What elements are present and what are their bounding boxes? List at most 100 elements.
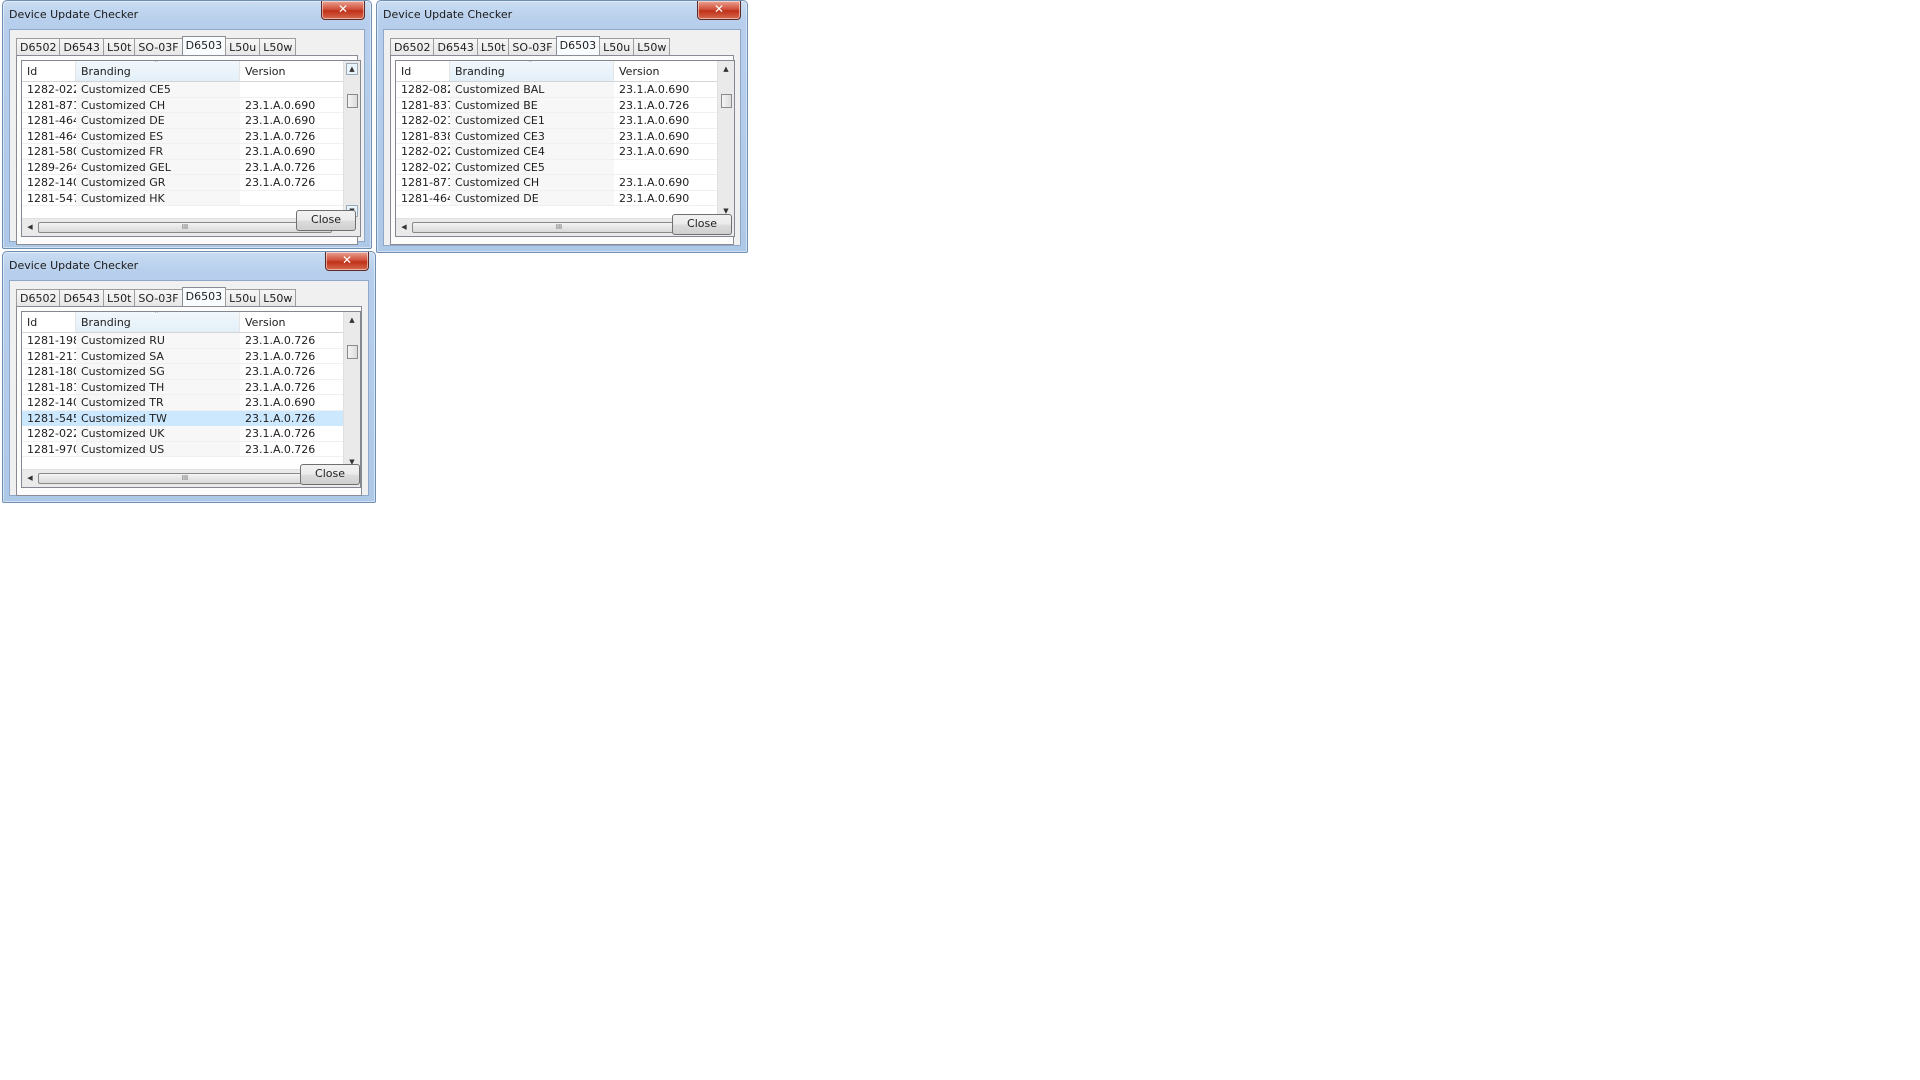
cell-version: 23.1.A.0.726 (240, 442, 346, 457)
column-header-branding[interactable]: Branding ˆ (450, 61, 614, 81)
scroll-left-arrow-icon[interactable]: ◀ (24, 221, 36, 233)
cell-id: 1281-2117 (22, 349, 76, 364)
vertical-scroll-thumb[interactable] (347, 345, 358, 359)
table-row[interactable]: 1282-0222Customized CE5 (396, 159, 720, 175)
table-row[interactable]: 1282-0220Customized CE423.1.A.0.690 (396, 144, 720, 160)
cell-id: 1281-1806 (22, 364, 76, 380)
list-rows: 1282-0827Customized BAL23.1.A.0.6901281-… (396, 82, 720, 206)
cell-branding: Customized DE (450, 190, 614, 206)
cell-branding: Customized GR (76, 175, 240, 191)
device-update-checker-window-3: Device Update Checker ✕ D6502 D6543 L50t SO-0… (2, 251, 376, 503)
scroll-left-arrow-icon[interactable]: ◀ (398, 221, 410, 233)
cell-branding: Customized RU (76, 333, 240, 349)
cell-version: 23.1.A.0.690 (614, 82, 720, 98)
horizontal-scroll-thumb[interactable]: III (412, 222, 706, 233)
table-row[interactable]: 1282-0827Customized BAL23.1.A.0.690 (396, 82, 720, 98)
vertical-scroll-thumb[interactable] (721, 94, 732, 108)
vertical-scrollbar[interactable]: ▲▼ (343, 312, 360, 470)
column-header-branding-label: Branding (455, 65, 505, 78)
cell-branding: Customized TW (76, 410, 240, 426)
cell-branding: Customized CE4 (450, 144, 614, 160)
window-close-icon[interactable]: ✕ (321, 1, 365, 20)
column-header-branding[interactable]: Branding ˆ (76, 61, 240, 81)
cell-branding: Customized CE3 (450, 128, 614, 144)
list-rows: 1281-1985Customized RU23.1.A.0.7261281-2… (22, 333, 346, 457)
table-row[interactable]: 1289-2642Customized GEL23.1.A.0.726 (22, 159, 346, 175)
branding-list[interactable]: Id Branding ˆ Version 1281-1985Customized RU… (21, 311, 361, 488)
table-row[interactable]: 1281-1810Customized TH23.1.A.0.726 (22, 379, 346, 395)
table-row[interactable]: 1282-0226Customized UK23.1.A.0.726 (22, 426, 346, 442)
tab-d6503[interactable]: D6503 (181, 287, 227, 308)
cell-version: 23.1.A.0.726 (240, 349, 346, 364)
cell-branding: Customized SA (76, 348, 240, 364)
column-header-version[interactable]: Version (614, 61, 720, 81)
column-header-id[interactable]: Id (22, 312, 76, 332)
column-header-branding-label: Branding (81, 316, 131, 329)
column-header-branding[interactable]: Branding ˆ (76, 312, 240, 332)
window-close-icon[interactable]: ✕ (325, 252, 369, 271)
device-update-checker-window-2: Device Update Checker ✕ D6502 D6543 L50t SO-0… (376, 0, 748, 253)
cell-id: 1281-9709 (22, 442, 76, 457)
branding-list[interactable]: Id Branding ˆ Version 1282-0827Customized BA… (395, 60, 735, 237)
vertical-scroll-thumb[interactable] (347, 94, 358, 108)
cell-id: 1281-5806 (22, 144, 76, 160)
column-header-id[interactable]: Id (396, 61, 450, 81)
scroll-left-arrow-icon[interactable]: ◀ (24, 472, 36, 484)
cell-id: 1289-2642 (22, 160, 76, 175)
cell-id: 1282-0220 (396, 144, 450, 160)
table-row[interactable]: 1281-4640Customized DE23.1.A.0.690 (22, 113, 346, 129)
window-client-area: D6502 D6543 L50t SO-03F D6503 L50u L50w Id Brand… (9, 280, 369, 496)
column-header-id[interactable]: Id (22, 61, 76, 81)
close-button[interactable]: Close (300, 464, 360, 485)
horizontal-scroll-thumb[interactable]: III (38, 222, 332, 233)
column-header-version[interactable]: Version (240, 312, 346, 332)
title-bar[interactable]: Device Update Checker ✕ (3, 252, 375, 280)
tab-d6503[interactable]: D6503 (555, 36, 601, 57)
table-row[interactable]: 1281-8385Customized CE323.1.A.0.690 (396, 128, 720, 144)
column-header-version-label: Version (245, 316, 286, 329)
table-row[interactable]: 1281-1806Customized SG23.1.A.0.726 (22, 364, 346, 380)
cell-branding: Customized DE (76, 113, 240, 129)
scroll-up-arrow-icon[interactable]: ▲ (346, 314, 358, 326)
scroll-up-arrow-icon[interactable]: ▲ (346, 63, 358, 75)
column-header-id-label: Id (27, 65, 38, 78)
cell-version: 23.1.A.0.726 (240, 426, 346, 442)
vertical-scrollbar[interactable]: ▲▼ (343, 61, 360, 219)
title-bar[interactable]: Device Update Checker ✕ (377, 1, 747, 29)
cell-id: 1281-4644 (22, 129, 76, 144)
cell-id: 1281-1810 (22, 380, 76, 395)
vertical-scrollbar[interactable]: ▲▼ (717, 61, 734, 219)
cell-branding: Customized BE (450, 97, 614, 113)
horizontal-scroll-thumb[interactable]: III (38, 473, 332, 484)
table-row[interactable]: 1282-0218Customized CE123.1.A.0.690 (396, 113, 720, 129)
window-close-icon[interactable]: ✕ (697, 1, 741, 20)
close-button[interactable]: Close (672, 214, 732, 235)
cell-branding: Customized SG (76, 364, 240, 380)
scroll-up-arrow-icon[interactable]: ▲ (720, 63, 732, 75)
table-row[interactable]: 1281-9709Customized US23.1.A.0.726 (22, 441, 346, 457)
close-button[interactable]: Close (296, 210, 356, 231)
table-row[interactable]: 1281-4640Customized DE23.1.A.0.690 (396, 190, 720, 206)
column-header-version[interactable]: Version (240, 61, 346, 81)
window-client-area: D6502 D6543 L50t SO-03F D6503 L50u L50w Id Brand… (383, 29, 741, 246)
title-bar[interactable]: Device Update Checker ✕ (3, 1, 371, 29)
cell-id: 1282-0226 (22, 426, 76, 442)
cell-version: 23.1.A.0.726 (614, 98, 720, 113)
table-row[interactable]: 1281-4644Customized ES23.1.A.0.726 (22, 128, 346, 144)
table-row[interactable]: 1281-2117Customized SA23.1.A.0.726 (22, 348, 346, 364)
cell-branding: Customized CH (76, 97, 240, 113)
table-row[interactable]: 1282-0222Customized CE5 (22, 82, 346, 98)
cell-branding: Customized CH (450, 175, 614, 191)
tab-d6503[interactable]: D6503 (181, 36, 227, 57)
table-row[interactable]: 1282-1403Customized GR23.1.A.0.726 (22, 175, 346, 191)
cell-id: 1282-1403 (22, 175, 76, 191)
table-row[interactable]: 1281-1985Customized RU23.1.A.0.726 (22, 333, 346, 349)
cell-id: 1282-0827 (396, 82, 450, 98)
table-row[interactable]: 1281-5473Customized HK (22, 190, 346, 206)
table-row[interactable]: 1281-5456Customized TW23.1.A.0.726 (22, 410, 346, 426)
table-row[interactable]: 1282-1401Customized TR23.1.A.0.690 (22, 395, 346, 411)
table-row[interactable]: 1281-5806Customized FR23.1.A.0.690 (22, 144, 346, 160)
table-row[interactable]: 1281-8713Customized CH23.1.A.0.690 (396, 175, 720, 191)
table-row[interactable]: 1281-8713Customized CH23.1.A.0.690 (22, 97, 346, 113)
table-row[interactable]: 1281-8375Customized BE23.1.A.0.726 (396, 97, 720, 113)
